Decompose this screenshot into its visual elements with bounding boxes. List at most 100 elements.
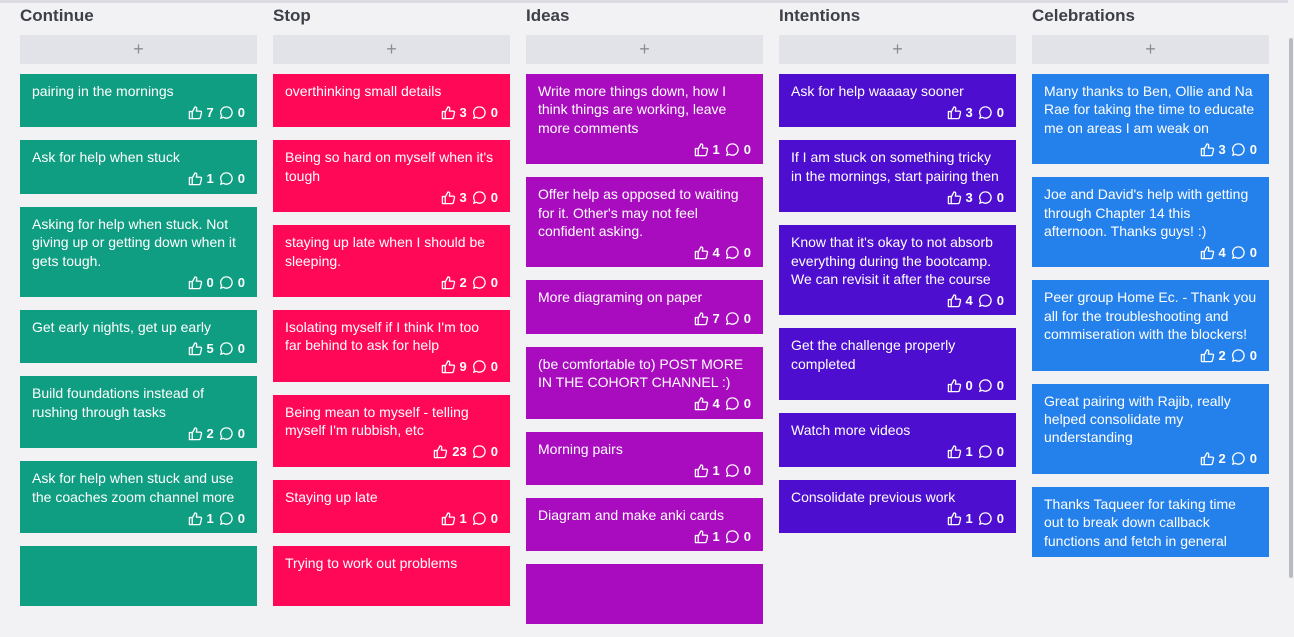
comment-button[interactable]: 0 [725,463,751,478]
retro-card[interactable]: Many thanks to Ben, Ollie and Na Rae for… [1032,74,1269,165]
comment-button[interactable]: 0 [219,511,245,526]
comment-button[interactable]: 0 [725,245,751,260]
add-card-button[interactable]: + [1032,35,1269,64]
like-button[interactable]: 5 [188,341,214,356]
comment-button[interactable]: 0 [978,378,1004,393]
add-card-button[interactable]: + [20,35,257,64]
retro-card[interactable]: More diagraming on paper 7 0 [526,280,763,334]
scrollbar[interactable] [1288,0,1294,578]
like-button[interactable]: 1 [694,142,720,157]
comment-button[interactable]: 0 [978,444,1004,459]
card-meta: 20 [32,425,245,441]
retro-card[interactable]: Get the challenge properly completed 0 0 [779,328,1016,401]
retro-card[interactable] [20,546,257,607]
like-button[interactable]: 1 [188,511,214,526]
like-button[interactable]: 1 [947,444,973,459]
comment-button[interactable]: 0 [978,190,1004,205]
like-button[interactable]: 2 [188,426,214,441]
scrollbar-thumb[interactable] [1289,38,1293,578]
retro-card[interactable]: If I am stuck on something tricky in the… [779,140,1016,213]
comment-button[interactable]: 0 [219,275,245,290]
retro-card[interactable]: Great pairing with Rajib, really helped … [1032,383,1269,474]
like-button[interactable]: 3 [947,105,973,120]
like-button[interactable]: 3 [1200,142,1226,157]
comment-button[interactable]: 0 [725,396,751,411]
like-button[interactable]: 7 [188,105,214,120]
like-button[interactable]: 9 [441,359,467,374]
like-button[interactable]: 0 [947,378,973,393]
card-meta: 30 [791,189,1004,205]
like-button[interactable]: 1 [947,511,973,526]
comment-icon [472,511,487,526]
like-button[interactable]: 4 [694,245,720,260]
retro-card[interactable]: staying up late when I should be sleepin… [273,225,510,298]
retro-card[interactable]: Know that it's okay to not absorb everyt… [779,225,1016,316]
comment-button[interactable]: 0 [1231,451,1257,466]
retro-card[interactable]: Ask for help when stuck and use the coac… [20,461,257,534]
retro-card[interactable]: Offer help as opposed to waiting for it.… [526,177,763,268]
retro-card[interactable]: Isolating myself if I think I'm too far … [273,310,510,382]
add-card-button[interactable]: + [779,35,1016,64]
like-button[interactable]: 4 [694,396,720,411]
like-count: 5 [206,340,214,356]
retro-card[interactable] [526,564,763,625]
retro-card[interactable]: Peer group Home Ec. - Thank you all for … [1032,280,1269,371]
retro-card[interactable]: Diagram and make anki cards 1 0 [526,498,763,552]
like-button[interactable]: 1 [694,529,720,544]
comment-button[interactable]: 0 [1231,142,1257,157]
comment-button[interactable]: 0 [725,142,751,157]
comment-button[interactable]: 0 [472,359,498,374]
comment-button[interactable]: 0 [1231,348,1257,363]
like-button[interactable]: 3 [441,190,467,205]
like-button[interactable]: 2 [441,275,467,290]
comment-button[interactable]: 0 [472,190,498,205]
like-button[interactable]: 1 [694,463,720,478]
like-button[interactable]: 1 [441,511,467,526]
comment-button[interactable]: 0 [978,511,1004,526]
like-button[interactable]: 1 [188,171,214,186]
retro-card[interactable]: Thanks Taqueer for taking time out to br… [1032,486,1269,558]
retro-card[interactable]: overthinking small details 3 0 [273,74,510,128]
retro-card[interactable]: Get early nights, get up early 5 0 [20,310,257,364]
like-button[interactable]: 3 [441,105,467,120]
like-button[interactable]: 3 [947,190,973,205]
retro-card[interactable]: Trying to work out problems [273,546,510,607]
retro-card[interactable]: Being so hard on myself when it's tough 3… [273,140,510,213]
like-button[interactable]: 2 [1200,451,1226,466]
add-card-button[interactable]: + [526,35,763,64]
like-button[interactable]: 2 [1200,348,1226,363]
retro-card[interactable]: Consolidate previous work 1 0 [779,479,1016,534]
comment-button[interactable]: 0 [978,105,1004,120]
like-button[interactable]: 4 [947,293,973,308]
comment-button[interactable]: 0 [219,426,245,441]
retro-card[interactable]: Watch more videos 1 0 [779,413,1016,467]
thumbs-up-icon [188,275,203,290]
retro-card[interactable]: Ask for help waaaay sooner 3 0 [779,74,1016,128]
add-card-button[interactable]: + [273,35,510,64]
retro-card[interactable]: pairing in the mornings 7 0 [20,74,257,128]
like-button[interactable]: 4 [1200,245,1226,260]
comment-button[interactable]: 0 [219,105,245,120]
comment-button[interactable]: 0 [725,311,751,326]
retro-card[interactable]: Write more things down, how I think thin… [526,74,763,165]
retro-card[interactable]: Build foundations instead of rushing thr… [20,376,257,449]
retro-card[interactable]: Being mean to myself - telling myself I'… [273,394,510,467]
retro-card[interactable]: Morning pairs 1 0 [526,431,763,486]
like-button[interactable]: 7 [694,311,720,326]
comment-button[interactable]: 0 [472,444,498,459]
retro-card[interactable]: Asking for help when stuck. Not giving u… [20,206,257,298]
comment-button[interactable]: 0 [472,105,498,120]
retro-card[interactable]: Staying up late 1 0 [273,479,510,534]
comment-button[interactable]: 0 [219,341,245,356]
retro-card[interactable]: (be comfortable to) POST MORE IN THE COH… [526,346,763,419]
like-button[interactable]: 0 [188,275,214,290]
comment-button[interactable]: 0 [1231,245,1257,260]
comment-button[interactable]: 0 [725,529,751,544]
retro-card[interactable]: Joe and David's help with getting throug… [1032,177,1269,268]
retro-card[interactable]: Ask for help when stuck 1 0 [20,140,257,194]
comment-button[interactable]: 0 [472,511,498,526]
comment-button[interactable]: 0 [978,293,1004,308]
like-button[interactable]: 23 [433,444,467,459]
comment-button[interactable]: 0 [219,171,245,186]
comment-button[interactable]: 0 [472,275,498,290]
